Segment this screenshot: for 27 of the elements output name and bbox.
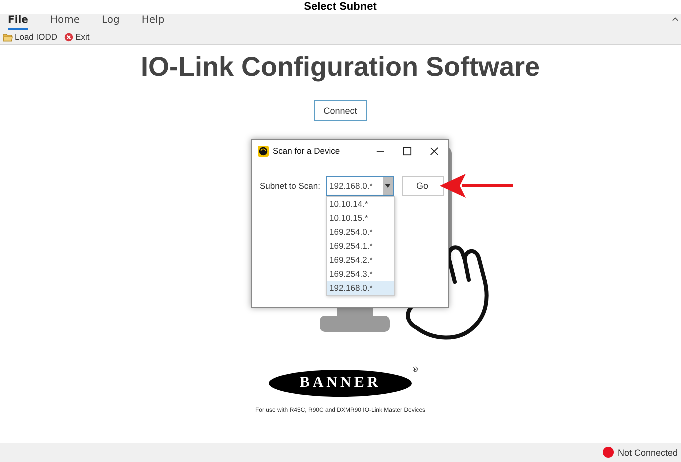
close-icon bbox=[64, 32, 74, 42]
banner-logo: BANNER bbox=[269, 370, 412, 397]
dropdown-option[interactable]: 169.254.3.* bbox=[326, 267, 394, 281]
dropdown-option[interactable]: 169.254.2.* bbox=[326, 253, 394, 267]
connection-status: Not Connected bbox=[618, 448, 678, 458]
dropdown-option[interactable]: 10.10.15.* bbox=[326, 211, 394, 225]
app-title: IO-Link Configuration Software bbox=[141, 51, 540, 83]
menu-tab[interactable]: Home bbox=[50, 14, 80, 30]
close-icon[interactable] bbox=[430, 146, 439, 156]
dropdown-option[interactable]: 192.168.0.* bbox=[326, 281, 394, 295]
dropdown-option[interactable]: 10.10.14.* bbox=[326, 197, 394, 211]
subnet-label: Subnet to Scan: bbox=[260, 181, 320, 191]
connect-button[interactable]: Connect bbox=[314, 100, 367, 121]
dialog-title: Scan for a Device bbox=[273, 146, 342, 156]
toolbar-button[interactable]: Load IODD bbox=[3, 32, 58, 42]
menu-tab[interactable]: Log bbox=[102, 14, 120, 30]
go-button[interactable]: Go bbox=[402, 176, 444, 196]
folder-icon bbox=[3, 32, 13, 42]
maximize-icon[interactable] bbox=[403, 146, 412, 156]
menu-tab[interactable]: Help bbox=[142, 14, 165, 30]
toolbar-button[interactable]: Exit bbox=[64, 32, 90, 42]
caption-title: Select Subnet bbox=[304, 1, 377, 14]
app-icon bbox=[258, 146, 269, 156]
caret-icon bbox=[384, 184, 390, 188]
collapse-caret-icon[interactable] bbox=[672, 17, 679, 22]
dropdown-option[interactable]: 169.254.0.* bbox=[326, 225, 394, 239]
dropdown-option[interactable]: 169.254.1.* bbox=[326, 239, 394, 253]
